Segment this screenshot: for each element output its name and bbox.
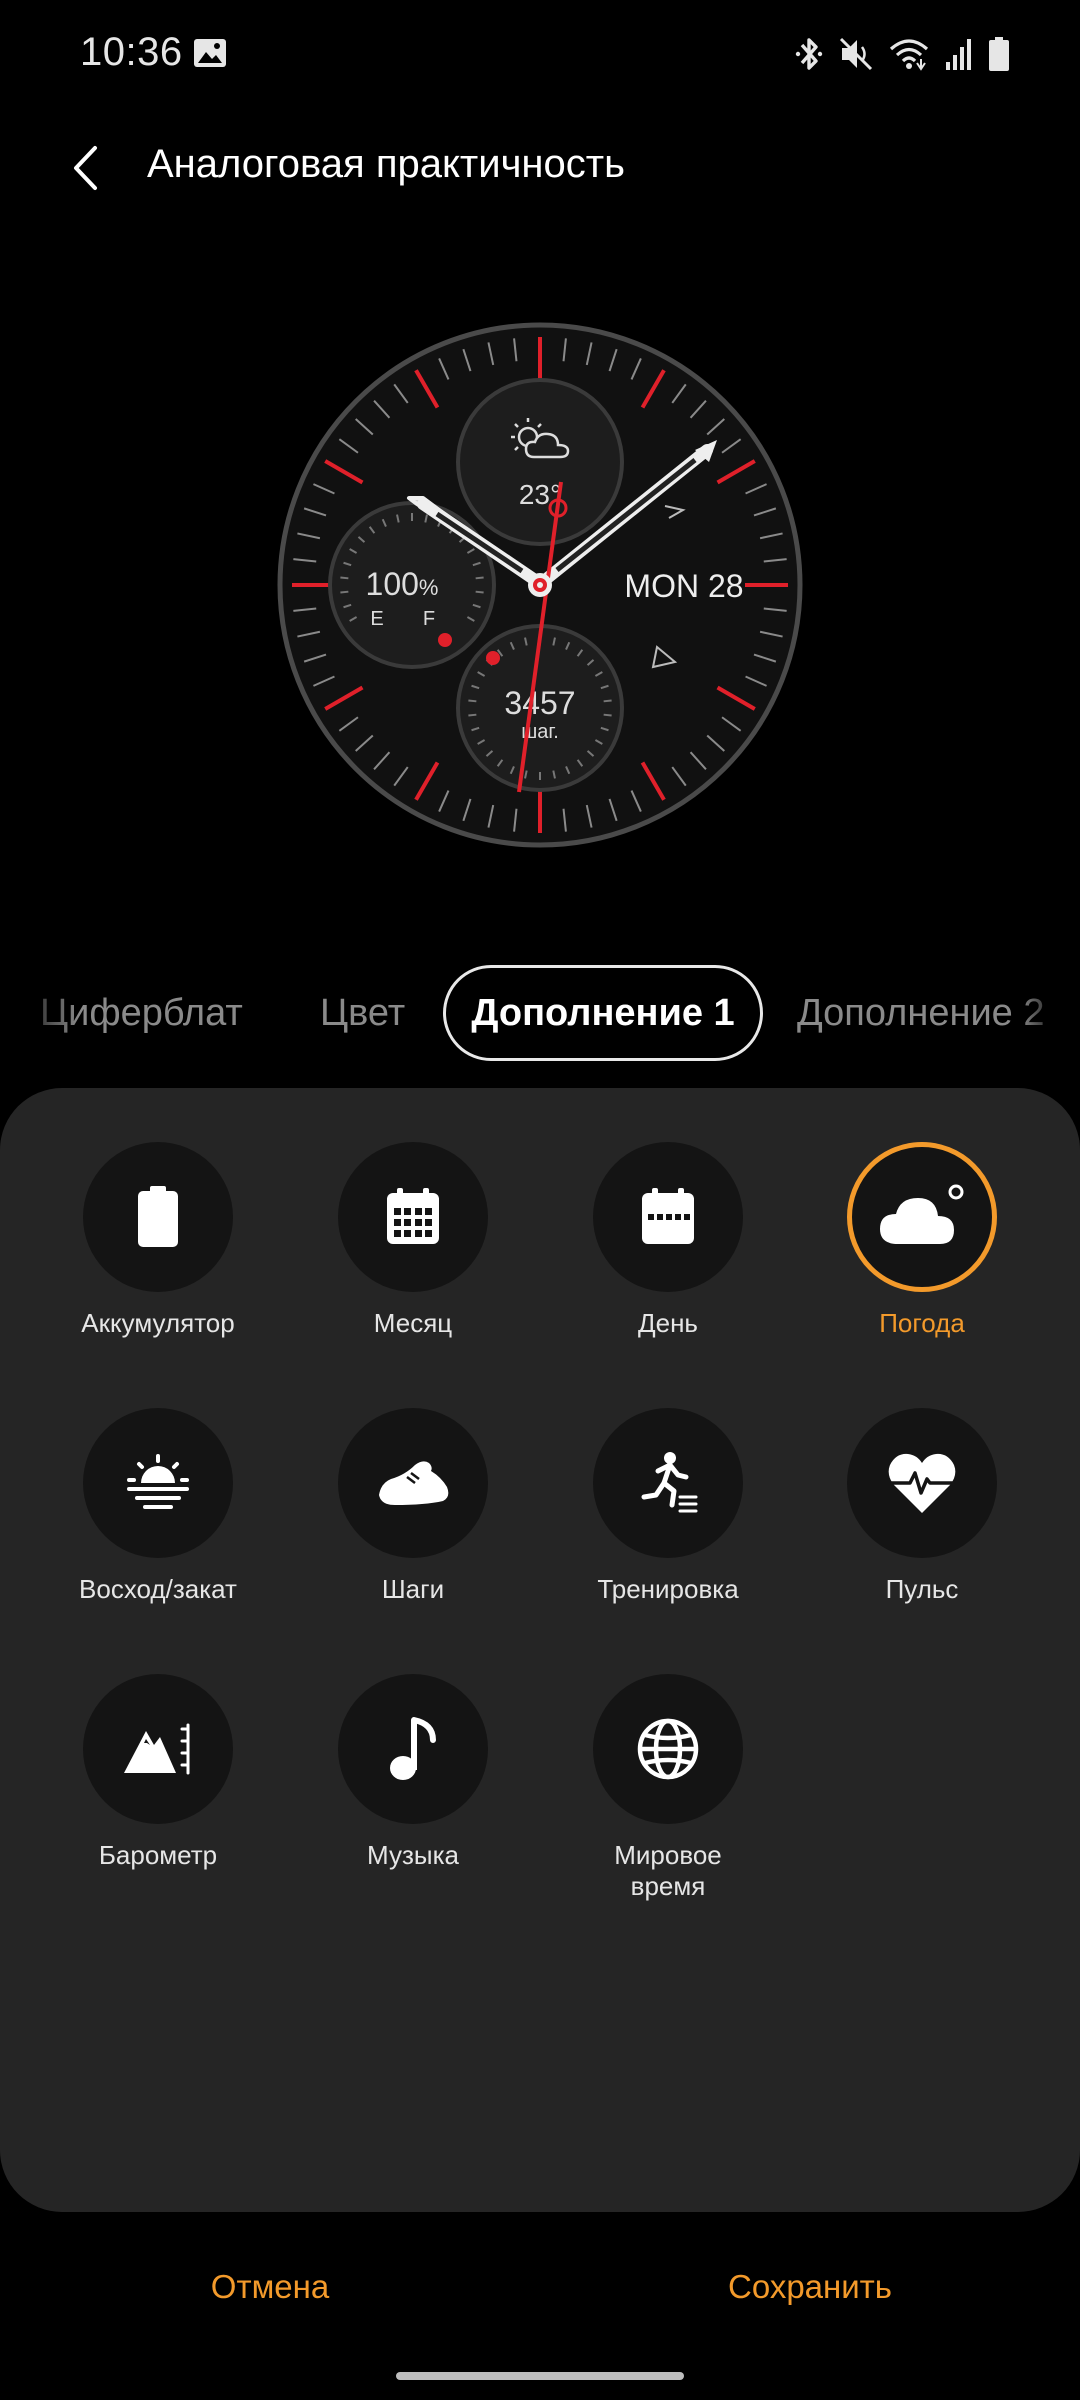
complication-label: Шаги [381, 1574, 445, 1604]
save-button[interactable]: Сохранить [680, 2255, 940, 2319]
complication-circle [83, 1674, 233, 1824]
battery-icon [989, 37, 1009, 71]
complication-label: Пульс [885, 1574, 959, 1604]
complication-pulse[interactable]: Пульс [795, 1354, 1049, 1604]
bluetooth-icon [795, 38, 823, 70]
complication-circle [593, 1674, 743, 1824]
complication-barometer[interactable]: Барометр [31, 1620, 285, 1870]
complication-weather[interactable]: Погода [795, 1088, 1049, 1338]
complication-sunrise[interactable]: Восход/закат [31, 1354, 285, 1604]
header: Аналоговая практичность [0, 120, 1080, 220]
complication-music[interactable]: Музыка [286, 1620, 540, 1870]
complication-label: Тренировка [597, 1574, 739, 1604]
status-bar: 10:36 [0, 0, 1080, 110]
complication-circle [847, 1408, 997, 1558]
complication-label: Восход/закат [79, 1574, 237, 1604]
page-title: Аналоговая практичность [147, 142, 625, 186]
complication-circle [83, 1408, 233, 1558]
complication-circle [593, 1142, 743, 1292]
complication-circle [83, 1142, 233, 1292]
watch-face: 23° 100% E F 3457 шаг. MON 28 [277, 322, 803, 848]
barometer-icon [124, 1723, 190, 1775]
running-icon [641, 1452, 698, 1513]
tab-complication-2[interactable]: Дополнение 2 [797, 965, 1045, 1061]
subdial-tick [468, 713, 477, 717]
calendar-month-icon [387, 1188, 439, 1244]
complication-day[interactable]: День [541, 1088, 795, 1338]
complication-label: Музыка [367, 1840, 459, 1870]
signal-icon [946, 39, 971, 70]
mute-icon [839, 37, 873, 71]
calendar-day-icon [642, 1188, 694, 1244]
tab-complication-1[interactable]: Дополнение 1 [443, 965, 763, 1061]
tab-bar: Циферблат Цвет Дополнение 1 Дополнение 2 [0, 965, 1080, 1065]
subdial-tick [340, 576, 349, 580]
watch-fuel-f: F [423, 608, 435, 630]
watch-date: MON 28 [624, 568, 743, 604]
complication-label: Барометр [98, 1840, 218, 1870]
watch-face-preview: 23° 100% E F 3457 шаг. MON 28 [277, 322, 803, 848]
complication-world-time[interactable]: Мировое время [541, 1620, 795, 1901]
complication-steps[interactable]: Шаги [286, 1354, 540, 1604]
back-button[interactable] [56, 138, 116, 198]
home-indicator[interactable] [396, 2372, 684, 2380]
subdial-tick [475, 590, 484, 594]
complication-label-selected: Погода [879, 1308, 965, 1338]
complication-circle [593, 1408, 743, 1558]
heart-rate-icon [888, 1453, 956, 1513]
gallery-icon [194, 39, 226, 67]
tab-color[interactable]: Цвет [320, 965, 405, 1061]
shoe-icon [379, 1461, 449, 1505]
music-note-icon [390, 1717, 436, 1780]
tab-dial[interactable]: Циферблат [40, 965, 243, 1061]
weather-cloud-icon [880, 1184, 964, 1244]
complication-label: Аккумулятор [81, 1308, 235, 1338]
complication-workout[interactable]: Тренировка [541, 1354, 795, 1604]
battery-icon [138, 1186, 178, 1247]
subdial-tick [603, 699, 612, 703]
complication-battery[interactable]: Аккумулятор [31, 1088, 285, 1338]
status-icons [794, 34, 1010, 74]
complication-month[interactable]: Месяц [286, 1088, 540, 1338]
complication-circle-selected [847, 1142, 997, 1292]
watch-steps-value: 3457 [504, 685, 575, 721]
subdial-tick [340, 590, 349, 594]
complication-circle [338, 1408, 488, 1558]
complication-label: Мировое время [614, 1840, 722, 1901]
wifi-icon [889, 39, 929, 71]
subdial-tick [603, 713, 612, 717]
cancel-button[interactable]: Отмена [150, 2255, 390, 2319]
subdial-tick [475, 576, 484, 580]
complication-circle [338, 1142, 488, 1292]
complication-circle [338, 1674, 488, 1824]
complication-label: Месяц [373, 1308, 453, 1338]
globe-icon [637, 1718, 699, 1780]
complication-panel: Аккумулятор Месяц День Погода Восход/зак… [0, 1088, 1080, 2212]
watch-fuel-e: E [370, 608, 383, 630]
sunrise-icon [127, 1454, 189, 1509]
chevron-left-icon [74, 146, 97, 190]
complication-label: День [638, 1308, 698, 1338]
subdial-tick [468, 699, 477, 703]
status-time: 10:36 [80, 30, 183, 74]
watch-weather-temp: 23° [519, 479, 561, 510]
